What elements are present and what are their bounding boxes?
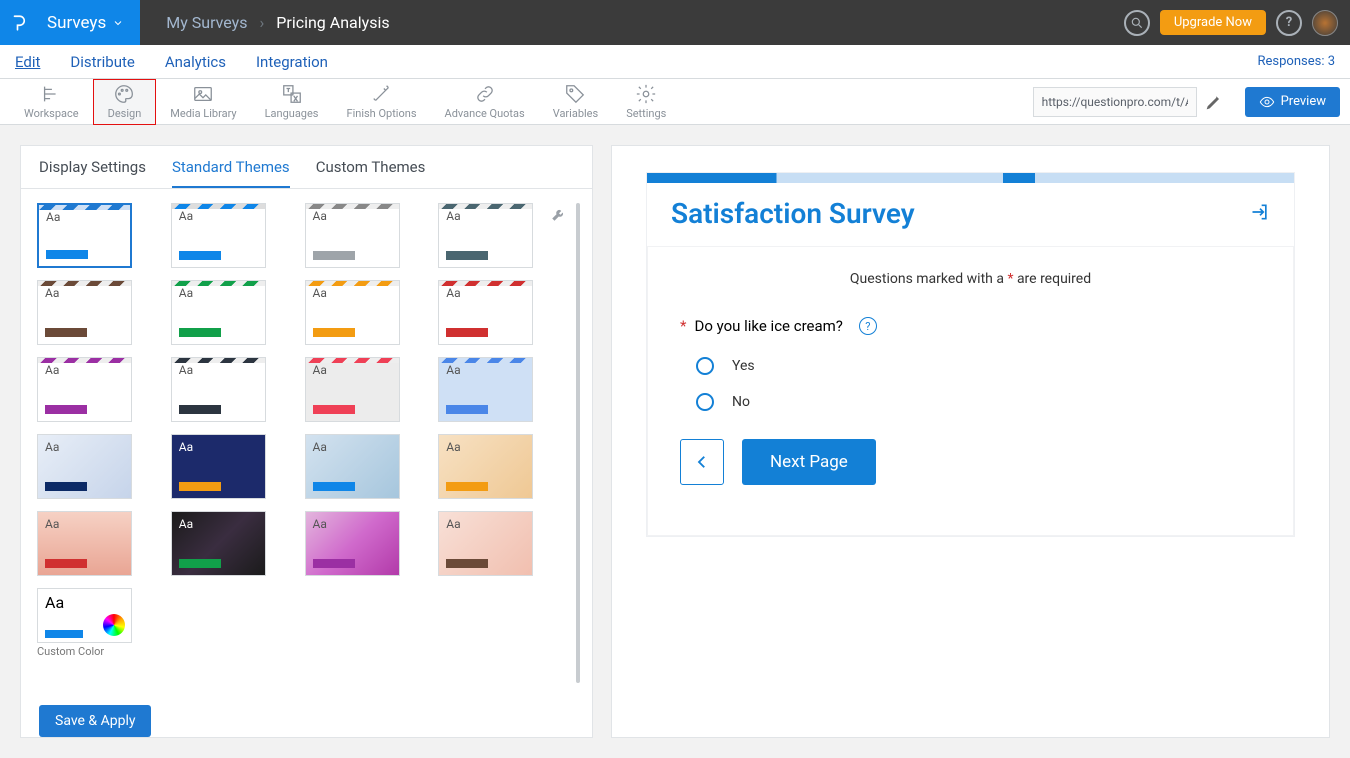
workspace-icon bbox=[40, 83, 62, 105]
responses-count[interactable]: Responses: 3 bbox=[1258, 54, 1336, 69]
theme-swatch[interactable]: Aa bbox=[37, 357, 132, 422]
tool-workspace[interactable]: Workspace bbox=[10, 79, 93, 125]
wand-icon bbox=[371, 83, 393, 105]
theme-scroll: Aa Aa Aa Aa Aa Aa Aa Aa Aa Aa Aa Aa Aa A… bbox=[21, 189, 592, 701]
theme-swatch[interactable]: Aa bbox=[305, 434, 400, 499]
theme-swatch[interactable]: Aa bbox=[171, 203, 266, 268]
preview-header-stripe bbox=[647, 173, 1294, 183]
radio-icon bbox=[696, 393, 714, 411]
exit-icon[interactable] bbox=[1250, 202, 1270, 226]
breadcrumb: My Surveys › Pricing Analysis bbox=[166, 13, 389, 32]
menu-analytics[interactable]: Analytics bbox=[165, 53, 226, 71]
option-yes[interactable]: Yes bbox=[696, 357, 1261, 375]
menu-bar: Edit Distribute Analytics Integration Re… bbox=[0, 45, 1350, 79]
tool-design[interactable]: Design bbox=[93, 79, 157, 125]
tool-settings[interactable]: Settings bbox=[612, 79, 680, 125]
theme-swatch[interactable]: Aa bbox=[438, 511, 533, 576]
custom-color-label: Custom Color bbox=[37, 645, 576, 658]
search-button[interactable] bbox=[1124, 10, 1150, 36]
breadcrumb-current: Pricing Analysis bbox=[276, 13, 389, 32]
theme-swatch[interactable]: Aa bbox=[438, 434, 533, 499]
breadcrumb-separator: › bbox=[259, 13, 264, 32]
save-apply-button[interactable]: Save & Apply bbox=[39, 705, 151, 737]
tool-media[interactable]: Media Library bbox=[156, 79, 250, 125]
chevron-left-icon bbox=[693, 453, 711, 471]
tab-custom-themes[interactable]: Custom Themes bbox=[316, 158, 426, 188]
theme-swatch[interactable]: Aa bbox=[305, 357, 400, 422]
theme-swatch[interactable]: Aa bbox=[37, 511, 132, 576]
gear-icon bbox=[635, 83, 657, 105]
color-wheel-icon bbox=[103, 614, 125, 636]
survey-url-input[interactable] bbox=[1033, 87, 1197, 117]
brand-logo[interactable] bbox=[0, 0, 37, 45]
question-row: * Do you like ice cream? ? bbox=[680, 317, 1261, 335]
tab-standard-themes[interactable]: Standard Themes bbox=[172, 158, 290, 188]
tag-icon bbox=[564, 83, 586, 105]
toolbar: Workspace Design Media Library Languages… bbox=[0, 79, 1350, 125]
theme-swatch[interactable]: Aa bbox=[438, 203, 533, 268]
question-text: Do you like ice cream? bbox=[694, 317, 842, 335]
back-button[interactable] bbox=[680, 439, 724, 485]
breadcrumb-root[interactable]: My Surveys bbox=[166, 13, 247, 32]
tool-finish[interactable]: Finish Options bbox=[333, 79, 431, 125]
link-icon bbox=[474, 83, 496, 105]
theme-swatch[interactable]: Aa bbox=[171, 357, 266, 422]
menu-distribute[interactable]: Distribute bbox=[70, 53, 134, 71]
theme-swatch[interactable]: Aa bbox=[37, 203, 132, 268]
themes-panel: Display Settings Standard Themes Custom … bbox=[20, 145, 593, 738]
required-hint: Questions marked with a * are required bbox=[680, 271, 1261, 287]
help-button[interactable]: ? bbox=[1276, 10, 1302, 36]
theme-swatch[interactable]: Aa bbox=[171, 511, 266, 576]
language-icon bbox=[281, 83, 303, 105]
top-bar: Surveys My Surveys › Pricing Analysis Up… bbox=[0, 0, 1350, 45]
preview-button[interactable]: Preview bbox=[1245, 87, 1340, 117]
theme-swatch[interactable]: Aa bbox=[37, 434, 132, 499]
eye-icon bbox=[1259, 94, 1275, 110]
question-help-icon[interactable]: ? bbox=[859, 317, 877, 335]
app-menu[interactable]: Surveys bbox=[37, 0, 140, 45]
survey-title: Satisfaction Survey bbox=[671, 197, 915, 230]
survey-preview-panel: Satisfaction Survey Questions marked wit… bbox=[611, 145, 1330, 738]
theme-swatch[interactable]: Aa bbox=[37, 280, 132, 345]
custom-color-swatch[interactable]: Aa bbox=[37, 588, 132, 643]
menu-edit[interactable]: Edit bbox=[15, 53, 40, 71]
wrench-icon[interactable] bbox=[550, 205, 568, 223]
tool-languages[interactable]: Languages bbox=[251, 79, 333, 125]
user-avatar[interactable] bbox=[1312, 10, 1338, 36]
radio-icon bbox=[696, 357, 714, 375]
palette-icon bbox=[113, 83, 135, 105]
chevron-down-icon bbox=[112, 17, 124, 29]
upgrade-button[interactable]: Upgrade Now bbox=[1160, 10, 1266, 35]
next-page-button[interactable]: Next Page bbox=[742, 439, 876, 485]
theme-swatch[interactable]: Aa bbox=[305, 203, 400, 268]
theme-swatch[interactable]: Aa bbox=[171, 434, 266, 499]
search-icon bbox=[1130, 16, 1144, 30]
theme-swatch[interactable]: Aa bbox=[305, 511, 400, 576]
option-no[interactable]: No bbox=[696, 393, 1261, 411]
pencil-icon[interactable] bbox=[1205, 93, 1223, 111]
tool-quotas[interactable]: Advance Quotas bbox=[431, 79, 539, 125]
theme-swatch[interactable]: Aa bbox=[438, 280, 533, 345]
image-icon bbox=[192, 83, 214, 105]
tab-display-settings[interactable]: Display Settings bbox=[39, 158, 146, 188]
tool-variables[interactable]: Variables bbox=[539, 79, 613, 125]
menu-integration[interactable]: Integration bbox=[256, 53, 328, 71]
theme-tabs: Display Settings Standard Themes Custom … bbox=[21, 146, 592, 189]
theme-swatch[interactable]: Aa bbox=[171, 280, 266, 345]
theme-swatch[interactable]: Aa bbox=[438, 357, 533, 422]
app-menu-label: Surveys bbox=[47, 13, 106, 33]
theme-swatch[interactable]: Aa bbox=[305, 280, 400, 345]
